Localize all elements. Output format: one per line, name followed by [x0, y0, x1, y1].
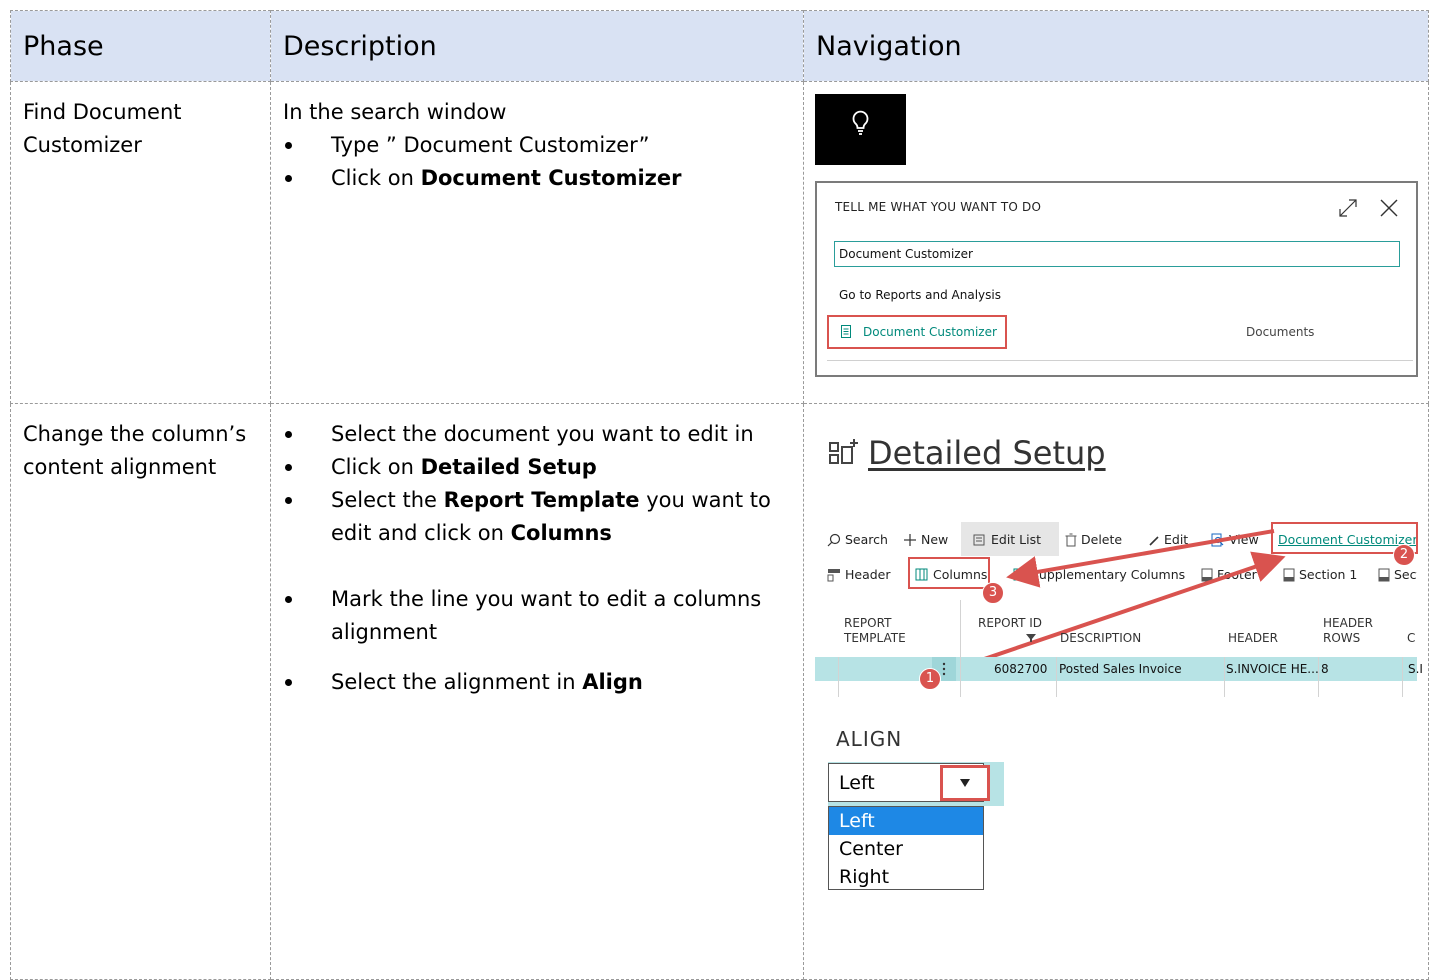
tell-me-dialog: TELL ME WHAT YOU WANT TO DO Document Cus… — [815, 181, 1418, 377]
lightbulb-button[interactable] — [815, 94, 906, 165]
description-cell-1: In the search window Type ” Document Cus… — [270, 81, 804, 404]
bullet-item: Type ” Document Customizer” — [283, 129, 791, 162]
step-marker-1: 1 — [919, 668, 941, 690]
step-marker-3: 3 — [982, 582, 1004, 604]
row-description: Posted Sales Invoice — [1059, 662, 1182, 676]
row-report-id: 6082700 — [994, 662, 1048, 676]
phase-cell-2: Change the column’s content alignment — [10, 403, 271, 980]
bullet-item: Select the Report Template you want to e… — [283, 484, 791, 550]
align-option-right[interactable]: Right — [829, 863, 983, 891]
lightbulb-icon — [852, 110, 869, 135]
phase-text-2: Change the column’s content alignment — [23, 422, 247, 479]
column-header-header[interactable]: HEADER — [1228, 631, 1278, 646]
result-label: Document Customizer — [863, 325, 997, 339]
bullet-item: Select the alignment in Align — [283, 666, 791, 699]
grid-line — [1224, 657, 1225, 697]
column-header-description[interactable]: DESCRIPTION — [1060, 631, 1141, 646]
bullet-item: Mark the line you want to edit a columns… — [283, 583, 791, 649]
result-category: Documents — [1246, 325, 1315, 339]
grid-line — [1402, 657, 1403, 697]
step-marker-2: 2 — [1393, 544, 1415, 566]
row-c: S.I — [1408, 662, 1423, 676]
tell-me-title: TELL ME WHAT YOU WANT TO DO — [835, 200, 1042, 214]
bullet-item: Click on Document Customizer — [283, 162, 791, 195]
instructions-table: Phase Description Navigation Find Docume… — [10, 10, 1429, 980]
phase-cell-1: Find Document Customizer — [10, 81, 271, 404]
align-option-left[interactable]: Left — [829, 807, 983, 835]
bullet-item: Select the document you want to edit in — [283, 418, 791, 451]
column-header-header-rows[interactable]: HEADER ROWS — [1323, 616, 1373, 646]
header-description: Description — [270, 10, 804, 82]
caret-down-icon — [960, 779, 970, 787]
align-dropdown-button[interactable] — [940, 765, 990, 801]
column-header-c[interactable]: C — [1407, 631, 1415, 646]
description-intro-1: In the search window — [283, 100, 507, 124]
align-options-list: Left Center Right — [828, 806, 984, 890]
expand-icon[interactable] — [1337, 197, 1359, 219]
header-navigation: Navigation — [803, 10, 1429, 82]
close-icon[interactable] — [1379, 198, 1399, 218]
row-header-rows: 8 — [1321, 662, 1329, 676]
row-header: S.INVOICE HE... — [1226, 662, 1319, 676]
bullet-item: Click on Detailed Setup — [283, 451, 791, 484]
column-header-report-template[interactable]: REPORT TEMPLATE — [844, 616, 906, 646]
grid-line — [838, 657, 839, 697]
go-to-reports-heading: Go to Reports and Analysis — [839, 288, 1001, 302]
column-header-report-id[interactable]: REPORT ID — [978, 616, 1042, 646]
grid-line — [960, 600, 961, 697]
filter-icon — [1026, 634, 1036, 642]
tell-me-search-input[interactable]: Document Customizer — [834, 241, 1400, 267]
phase-text-1: Find Document Customizer — [23, 100, 182, 157]
document-icon — [841, 325, 851, 338]
align-label: ALIGN — [836, 727, 903, 751]
align-option-center[interactable]: Center — [829, 835, 983, 863]
divider — [827, 360, 1413, 361]
grid-line — [1056, 657, 1057, 697]
header-phase: Phase — [10, 10, 271, 82]
document-customizer-result[interactable]: Document Customizer — [827, 315, 1007, 349]
description-cell-2: Select the document you want to edit in … — [270, 403, 804, 980]
bullet-list-2: Select the document you want to edit in … — [283, 418, 791, 699]
bullet-list-1: Type ” Document Customizer” Click on Doc… — [283, 129, 791, 195]
navigation-cell-1: TELL ME WHAT YOU WANT TO DO Document Cus… — [803, 81, 1429, 404]
navigation-cell-2: Detailed Setup Search New Edit List Dele… — [803, 403, 1429, 980]
